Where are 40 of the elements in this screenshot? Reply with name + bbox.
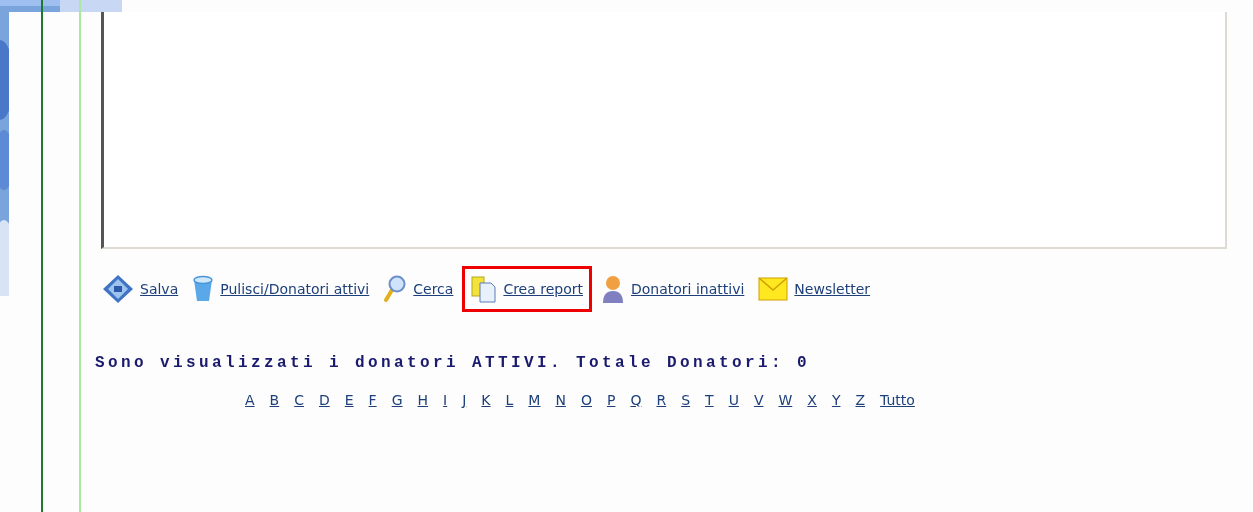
letter-link[interactable]: I	[443, 392, 448, 408]
letter-link[interactable]: B	[269, 392, 280, 408]
letter-link[interactable]: E	[344, 392, 354, 408]
letter-link[interactable]: A	[245, 392, 255, 408]
toolbar-link[interactable]: Salva	[140, 281, 179, 297]
letter-link[interactable]: Q	[630, 392, 642, 408]
documents-icon	[471, 275, 498, 303]
toolbar-link[interactable]: Newsletter	[794, 281, 871, 297]
letter-link[interactable]: J	[462, 392, 467, 408]
envelope-icon	[758, 277, 789, 301]
letter-link[interactable]: V	[753, 392, 764, 408]
letter-link[interactable]: Tutto	[880, 392, 915, 408]
text-area[interactable]	[101, 12, 1227, 249]
letter-link[interactable]: O	[580, 392, 592, 408]
letter-link[interactable]: P	[606, 392, 616, 408]
letter-link[interactable]: F	[368, 392, 377, 408]
letter-link[interactable]: H	[417, 392, 429, 408]
letter-link[interactable]: G	[391, 392, 403, 408]
letter-link[interactable]: R	[656, 392, 667, 408]
letter-link[interactable]: X	[807, 392, 817, 408]
person-icon	[601, 274, 625, 304]
toolbar-link[interactable]: Pulisci/Donatori attivi	[220, 281, 370, 297]
letter-link[interactable]: S	[681, 392, 691, 408]
letter-link[interactable]: K	[481, 392, 491, 408]
letter-link[interactable]: M	[528, 392, 541, 408]
toolbar-link[interactable]: Donatori inattivi	[631, 281, 745, 297]
letter-link[interactable]: N	[555, 392, 566, 408]
letter-link[interactable]: C	[294, 392, 304, 408]
letter-link[interactable]: Y	[831, 392, 841, 408]
toolbar-link[interactable]: Cerca	[413, 281, 454, 297]
status-text: Sono visualizzati i donatori ATTIVI. Totale Donatori: 0	[95, 354, 812, 372]
bin-icon	[192, 275, 215, 303]
toolbar-link[interactable]: Crea report	[503, 281, 583, 297]
letter-link[interactable]: D	[318, 392, 330, 408]
letter-link[interactable]: Z	[855, 392, 866, 408]
letter-link[interactable]: T	[705, 392, 714, 408]
letter-link[interactable]: U	[728, 392, 739, 408]
letter-link[interactable]: W	[778, 392, 793, 408]
letter-link[interactable]: L	[505, 392, 514, 408]
search-icon	[383, 275, 408, 303]
